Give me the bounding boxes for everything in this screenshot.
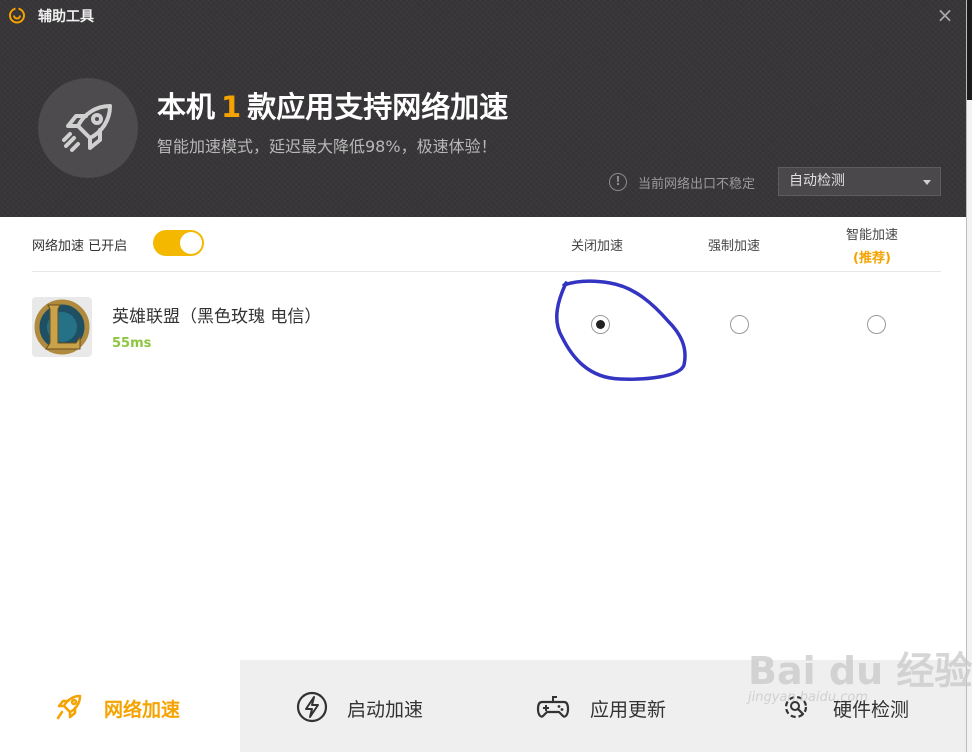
tab-label-startup-accel: 启动加速 (347, 699, 424, 721)
network-warning-text: 当前网络出口不稳定 (638, 177, 756, 192)
warning-icon: ! (609, 173, 627, 191)
headline: 本机 1 款应用支持网络加速 (157, 84, 508, 126)
headline-suffix: 款应用支持网络加速 (247, 90, 509, 124)
detect-mode-select[interactable]: 自动检测 (778, 167, 941, 196)
column-force: 强制加速 (707, 239, 760, 254)
rocket-icon (62, 104, 112, 152)
toggle-knob (180, 232, 202, 254)
app-ping: 55ms (112, 336, 152, 351)
bottom-tab-bar: 网络加速 启动加速 应用更新 硬件检测 (0, 660, 966, 752)
network-accel-toggle[interactable] (153, 230, 204, 256)
gamepad-icon (536, 696, 570, 718)
divider (32, 271, 941, 272)
radio-mode-force[interactable] (730, 315, 749, 334)
headline-subtitle: 智能加速模式，延迟最大降低98%，极速体验！ (157, 137, 497, 156)
gear-search-icon (784, 695, 808, 719)
window-edge (966, 0, 972, 752)
column-smart-recommended: (推荐) (853, 251, 891, 266)
column-smart: 智能加速 (845, 228, 898, 243)
lightning-icon (296, 691, 328, 723)
league-of-legends-icon (32, 297, 92, 357)
app-name: 英雄联盟（黑色玫瑰 电信） (112, 307, 322, 327)
tab-startup-accel[interactable]: 启动加速 (240, 660, 480, 752)
window-title: 辅助工具 (38, 9, 94, 25)
annotation-circle (555, 279, 687, 381)
tab-network-accel[interactable]: 网络加速 (0, 660, 240, 752)
column-off: 关闭加速 (570, 239, 623, 254)
close-button[interactable]: × (934, 4, 956, 26)
detect-mode-value: 自动检测 (789, 173, 845, 189)
tab-app-update[interactable]: 应用更新 (480, 660, 723, 752)
headline-prefix: 本机 (157, 90, 216, 124)
rocket-icon (56, 694, 82, 720)
header-banner: 辅助工具 × 本机 1 款应用支持网络加速 智能加速模式，延迟最大降低98%，极速体… (0, 0, 966, 217)
radio-mode-smart[interactable] (867, 315, 886, 334)
network-accel-status: 网络加速 已开启 (32, 239, 128, 254)
tab-label-hardware-check: 硬件检测 (833, 699, 910, 721)
app-logo-icon (9, 7, 25, 24)
tab-hardware-check[interactable]: 硬件检测 (723, 660, 966, 752)
chevron-down-icon (923, 180, 931, 185)
headline-count: 1 (221, 90, 242, 124)
rocket-badge (38, 78, 138, 178)
tab-label-network-accel: 网络加速 (104, 699, 181, 721)
tab-label-app-update: 应用更新 (590, 699, 667, 721)
